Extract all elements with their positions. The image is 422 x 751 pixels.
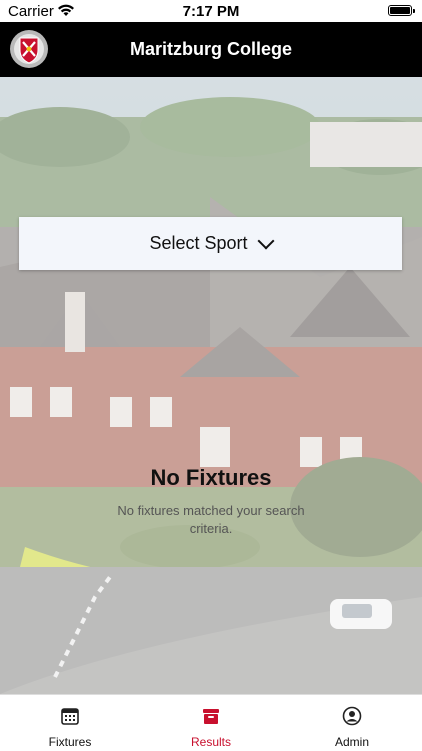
- tab-fixtures[interactable]: Fixtures: [0, 695, 140, 751]
- status-bar: Carrier 7:17 PM: [0, 0, 422, 22]
- tab-fixtures-label: Fixtures: [48, 735, 92, 749]
- archive-box-icon: [203, 709, 219, 724]
- white-overlay: [0, 77, 422, 694]
- user-circle-icon: [342, 706, 362, 726]
- campus-background-photo: Select Sport No Fixtures No fixtures mat…: [0, 77, 422, 694]
- tab-results[interactable]: Results: [141, 695, 281, 751]
- page-title: Maritzburg College: [129, 39, 292, 59]
- chevron-down-icon: [257, 232, 275, 249]
- app-header: Maritzburg College: [0, 22, 422, 77]
- select-sport-label: Select Sport: [149, 233, 248, 253]
- empty-state-message: No fixtures matched your search criteria…: [117, 503, 305, 536]
- clock: 7:17 PM: [182, 3, 240, 20]
- tab-results-label: Results: [190, 735, 231, 749]
- calendar-icon: [61, 708, 79, 725]
- empty-state-title: No Fixtures: [150, 465, 272, 490]
- select-sport-dropdown[interactable]: Select Sport: [19, 217, 402, 270]
- tab-admin-label: Admin: [334, 735, 369, 749]
- bottom-tab-bar: Fixtures Results Admin: [0, 694, 422, 750]
- battery-icon: [388, 5, 415, 16]
- tab-admin[interactable]: Admin: [282, 695, 422, 751]
